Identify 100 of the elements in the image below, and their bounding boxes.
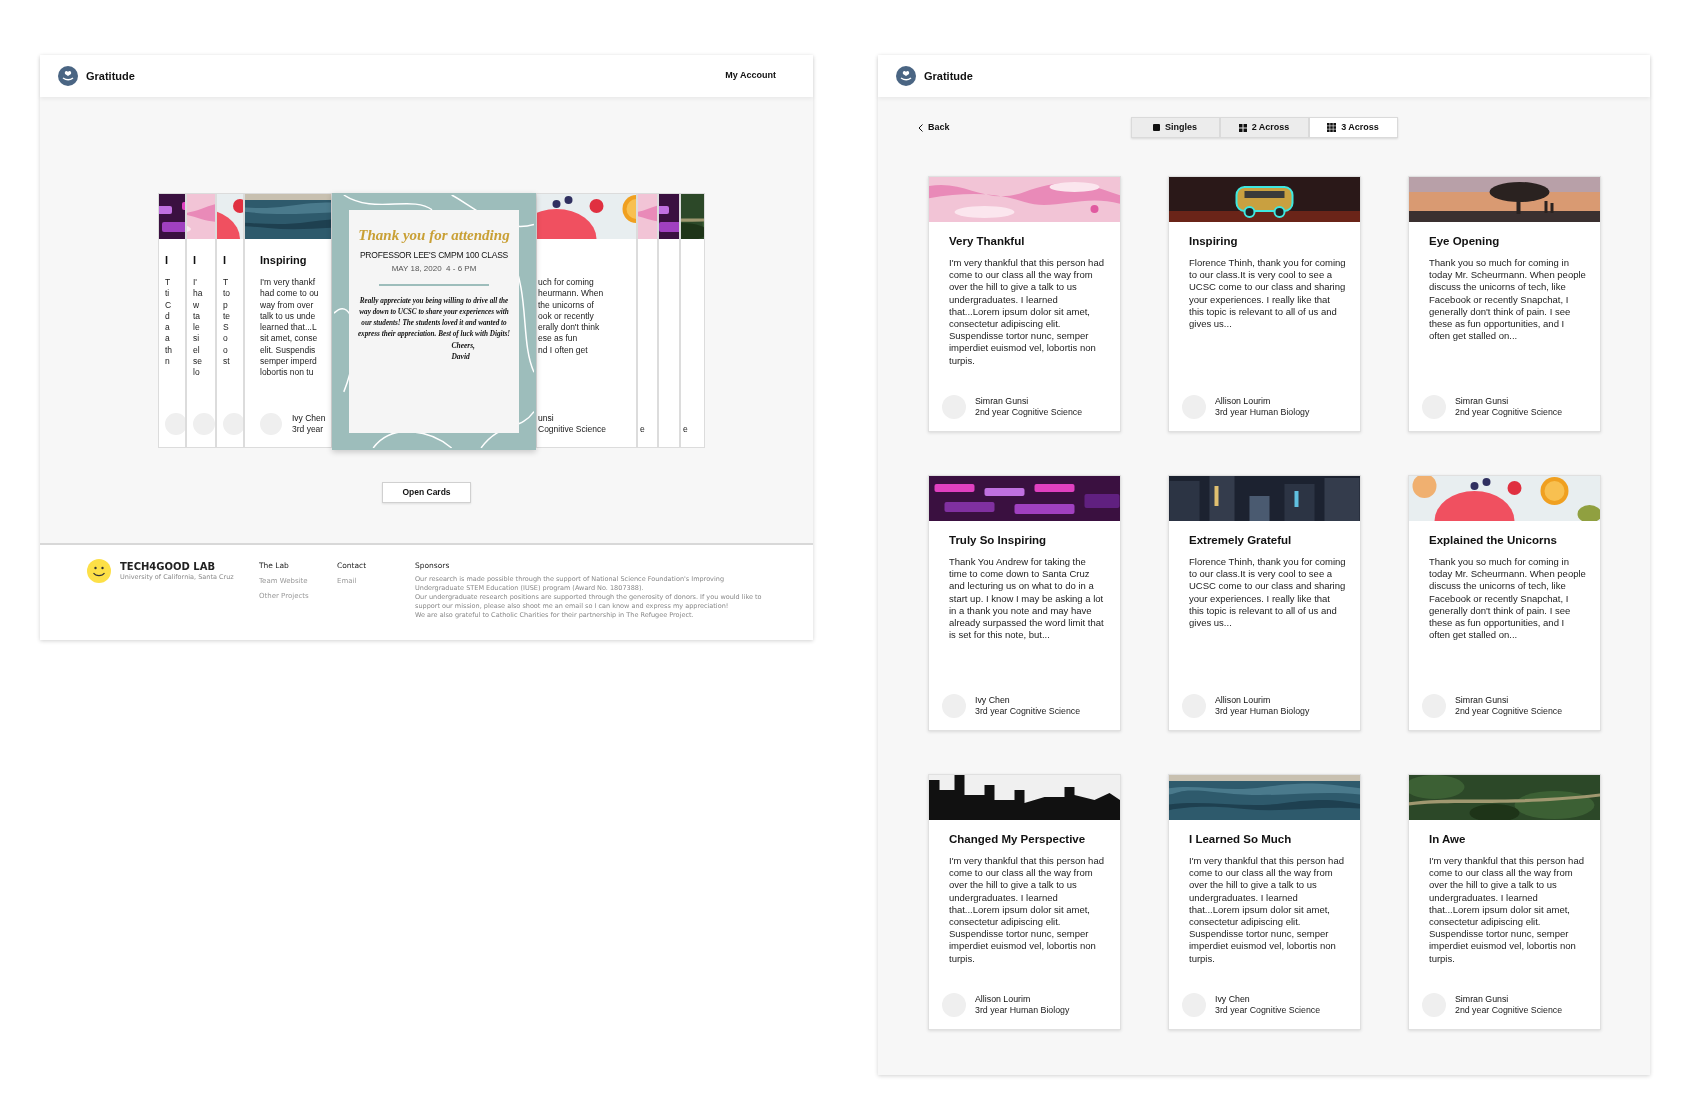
back-link[interactable]: Back [918,120,950,135]
card-text-line: el [193,344,201,357]
event-date: MAY 18, 2020 4 - 6 PM [391,264,477,274]
card-text-line: I'm very thankf [260,277,316,289]
author-name: Ivy Chen [1215,994,1251,1005]
card-text-line: nd I often get [538,344,589,357]
card-text-line: a [165,333,171,345]
author-detail: 3rd year Human Biology [975,1005,1070,1016]
card-text-line: ese as fun [538,333,579,345]
card-text-line: w [193,299,201,311]
note-card[interactable] [928,475,1121,731]
author-detail: 3rd year Cognitive Science [1215,1005,1321,1016]
avatar [193,413,215,435]
card-message: I'm very thankful that this person had come to our class all the way from over the hill to give a talk to us undergraduates. I learned that...Lorem ipsum dolor sit amet, consectetur adipiscing elit. Suspendisse tortor nunc, semper imperdiet euismod vel, lobortis non turpis. [1429,855,1585,965]
author-name: Ivy Chen [975,695,1011,706]
card-text-line: elit. Suspendis [260,344,317,357]
card-title: Truly So Inspiring [949,533,1048,548]
card-text-line: ti [165,288,171,300]
author-detail: 3rd year Cognitive Science [975,706,1081,717]
card-message: Florence Thinh, thank you for coming to our class.It is very cool to see a UCSC come to our class and sharing your experiences. I really like that this topic is relevant to all of us and gives us... [1189,556,1346,630]
open-cards-button[interactable]: Open Cards [382,482,471,503]
card-text-line: way from over [260,299,315,311]
card-text-line: heurmann. When [538,288,605,300]
author-name: Allison Lourim [1215,695,1272,706]
author-detail: 2nd year Cognitive Science [1455,706,1563,717]
author-name: unsi [538,413,555,424]
logo-icon [58,66,78,86]
card-message: Thank You Andrew for taking the time to come down to Santa Cruz and lecturing us on what to do in a start up. I know I may be asking a lot in a thank you note and may have already surpassed the word limit that is set for this note, but... [949,556,1105,642]
note-card[interactable] [1408,475,1601,731]
card-text-line: T [165,277,172,289]
card-text-line: C [165,299,173,311]
view-tab[interactable]: 2 Across [1219,117,1309,138]
author-name: Allison Lourim [1215,396,1272,407]
lab-name: TECH4GOOD LAB [120,561,217,573]
card-text-line: le [193,322,201,334]
card-message: I'm very thankful that this person had come to our class all the way from over the hill to give a talk to us undergraduates. I learned that...Lorem ipsum dolor sit amet, consectetur adipiscing elit. Suspendisse tortor nunc, semper imperdiet euismod vel, lobortis non turpis. [949,855,1105,965]
my-account-link[interactable]: My Account [725,69,776,83]
logo-icon [896,66,916,86]
app-name: Gratitude [924,68,973,84]
card-text-line: n [165,356,171,368]
note-card[interactable] [1408,774,1601,1030]
author-detail: 3rd year Human Biology [1215,706,1310,717]
view-tab[interactable]: 3 Across [1308,117,1398,138]
card-title: I [193,253,198,267]
card-text-line: learned that...L [260,322,318,334]
card-text-line: talk to us unde [260,310,317,323]
author-name: Simran Gunsi [1455,396,1510,407]
card-message: I'm very thankful that this person had come to our class all the way from over the hill to give a talk to us undergraduates. I learned that...Lorem ipsum dolor sit amet, consectetur adipiscing elit. Suspendisse tortor nunc, semper imperdiet euismod vel, lobortis non turpis. [1189,855,1345,965]
author-detail: 2nd year Cognitive Science [975,407,1083,418]
author-name: Simran Gunsi [1455,695,1510,706]
author-detail: 3rd year [292,424,325,435]
app-name: Gratitude [86,68,135,84]
author-detail: e [640,424,645,435]
card-text-line: I' [193,277,198,289]
card-message: Florence Thinh, thank you for coming to our class.It is very cool to see a UCSC come to our class and sharing your experiences. I really like that this topic is relevant to all of us and gives us... [1189,257,1346,331]
author-detail: 3rd year Human Biology [1215,407,1310,418]
card-text-line: st [223,356,231,368]
card-text-line: a [165,322,171,334]
grid-icon [1238,123,1247,132]
card-title: Changed My Perspective [949,832,1087,847]
note-card[interactable] [928,176,1121,432]
note-card[interactable] [1408,176,1601,432]
author-detail: 2nd year Cognitive Science [1455,407,1563,418]
card-text-line: the unicorns of [538,299,595,311]
card-message: Thank you so much for coming in today Mr. Scheurmann. When people discuss the unicorns of tech, like Facebook or recently Snapchat, I generally don't think of pain. I see these as fun opportunities, and I often get stalled on... [1429,257,1586,343]
author-detail: Cognitive Science [538,424,607,435]
card-text-line: ta [193,310,202,323]
card-title: Eye Opening [1429,234,1501,249]
card-text-line: th [165,344,174,357]
class-name: PROFESSOR LEE'S CMPM 100 CLASS [359,250,509,261]
card-text-line: ook or recently [538,310,595,323]
card-text-line: d [165,310,171,323]
card-text-line: se [193,356,203,368]
avatar [165,413,185,435]
note-card[interactable] [1168,176,1361,432]
grid-icon [1327,123,1337,132]
square-icon [1153,124,1160,131]
card-text-line: o [223,333,229,345]
card-title: Explained the Unicorns [1429,533,1558,548]
card-text-line: ha [193,288,204,300]
card-message: Thank you so much for coming in today Mr. Scheurmann. When people discuss the unicorns of tech, like Facebook or recently Snapchat, I generally don't think of pain. I see these as fun opportunities, and I often get stalled on... [1429,556,1586,642]
card-title: I [165,253,170,267]
card-text-line: lo [193,367,201,379]
card-title: Extremely Grateful [1189,533,1293,548]
author-name: Ivy Chen [292,413,326,424]
card-text-line: o [223,344,229,357]
card-title: Very Thankful [949,234,1026,249]
view-tab[interactable]: Singles [1130,117,1220,138]
author-detail: e [683,424,688,435]
card-text-line: had come to ou [260,288,320,300]
card-text-line: S [223,322,230,334]
card-title: Inspiring [260,253,308,267]
card-message: I'm very thankful that this person had come to our class all the way from over the hill to give a talk to us undergraduates. I learned that...Lorem ipsum dolor sit amet, consectetur adipiscing elit. Suspendisse tortor nunc, semper imperdiet euismod vel, lobortis non turpis. [949,257,1105,367]
note-card[interactable] [1168,774,1361,1030]
note-card[interactable] [1168,475,1361,731]
note-card[interactable] [928,774,1121,1030]
card-text-line: si [193,333,201,345]
card-text-line: T [223,277,230,289]
card-text-line: lobortis non tu [260,367,315,379]
card-title: I [223,253,228,267]
